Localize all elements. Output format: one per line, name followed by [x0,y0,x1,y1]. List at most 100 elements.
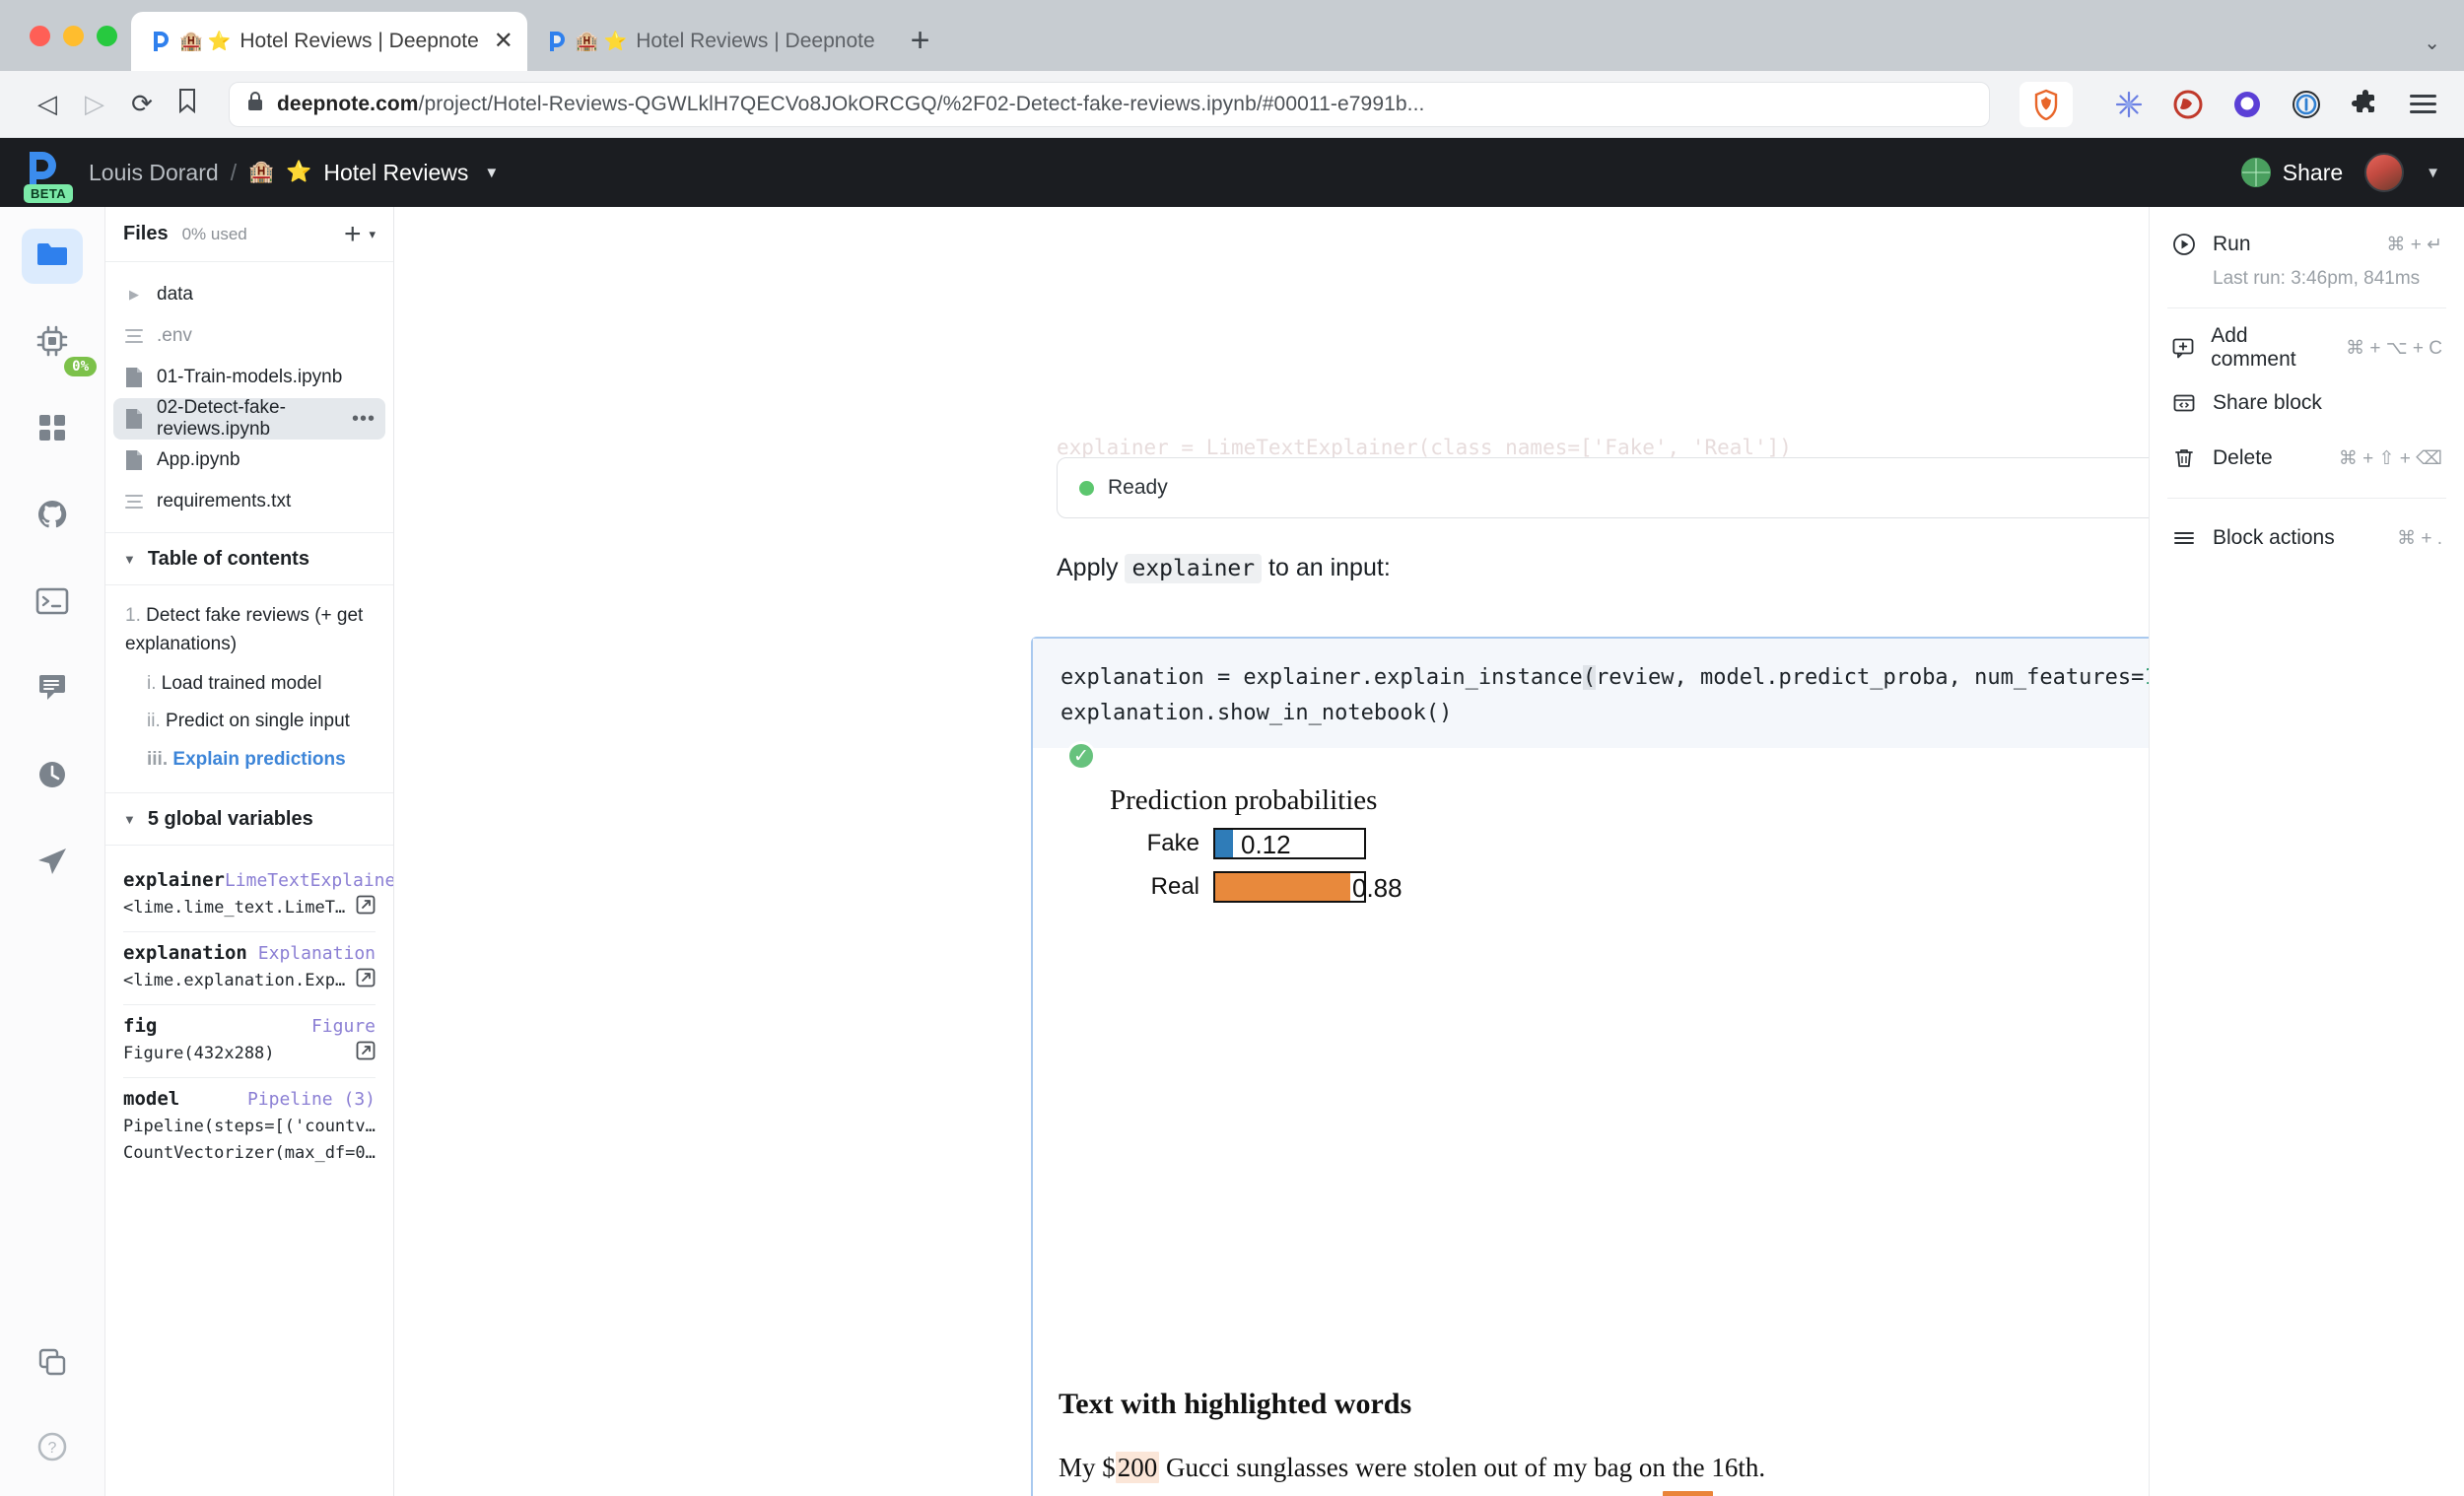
share-button[interactable]: Share [2240,158,2344,187]
tab-title: Hotel Reviews | Deepnote [240,30,479,52]
tab-favicon: 🏨 ⭐ [149,29,231,54]
code-text: review, model.predict_proba, num_feature… [1596,665,2145,690]
tab-list-chevron-icon[interactable]: ⌄ [2424,31,2464,71]
variable-header: explainer LimeTextExplainer [123,869,393,891]
variable-row-model[interactable]: model Pipeline (3) Pipeline(steps=[('cou… [123,1078,376,1178]
browser-tab-inactive[interactable]: 🏨 ⭐ Hotel Reviews | Deepnote [527,12,889,71]
add-file-button[interactable]: + ▾ [344,219,376,249]
sidebar-item-github[interactable] [22,489,83,544]
toc-item-ii[interactable]: ii. Predict on single input [125,707,374,735]
toc-item-i[interactable]: i. Load trained model [125,669,374,698]
puzzle-extension-icon[interactable] [2349,88,2382,121]
tab-close-button[interactable]: ✕ [494,30,513,53]
minimize-window-button[interactable] [63,25,84,46]
sidebar-item-history[interactable] [22,749,83,804]
toc-item-1[interactable]: 1. Detect fake reviews (+ get explanatio… [125,601,374,659]
sidebar-item-help[interactable]: ? [22,1421,83,1476]
variable-name: model [123,1088,180,1111]
action-block-actions[interactable]: Block actions ⌘ + . [2150,510,2464,566]
variables-list: explainer LimeTextExplainer <lime.lime_t… [105,846,393,1178]
files-header: Files 0% used + ▾ [105,207,393,262]
browser-tab-active[interactable]: 🏨 ⭐ Hotel Reviews | Deepnote ✕ [131,12,527,71]
variable-row-fig[interactable]: fig Figure Figure(432x288) [123,1005,376,1079]
variables-title: 5 global variables [147,807,313,830]
variable-name: fig [123,1015,158,1038]
star-emoji-icon: ⭐ [207,32,232,52]
address-bar[interactable]: deepnote.com/project/Hotel-Reviews-QGWLk… [229,81,1990,127]
file-row-requirements[interactable]: requirements.txt [113,481,385,522]
code-text: explanation = explainer.explain_instance [1061,665,1583,690]
snowflake-icon[interactable] [2112,88,2146,121]
brave-shields-button[interactable] [2019,81,2073,127]
chevron-down-icon: ▼ [123,551,136,567]
avatar[interactable] [2364,153,2405,192]
files-sidebar: Files 0% used + ▾ ▶ data .env 01-Train-m… [105,207,394,1496]
chevron-down-icon[interactable]: ▼ [484,165,499,181]
maximize-window-button[interactable] [97,25,117,46]
action-run[interactable]: Run ⌘ + ↵ [2150,217,2464,272]
variable-row-explainer[interactable]: explainer LimeTextExplainer <lime.lime_t… [123,859,393,933]
url-path: /project/Hotel-Reviews-QGWLklH7QECVo8JOk… [418,92,1425,115]
browser-menu-icon[interactable] [2410,95,2436,113]
action-shortcut: ⌘ + ↵ [2386,234,2442,255]
chevron-right-icon[interactable]: ▶ [123,287,145,303]
action-add-comment[interactable]: Add comment ⌘ + ⌥ + C [2150,320,2464,375]
breadcrumb-user[interactable]: Louis Dorard [89,160,219,186]
variable-type: LimeTextExplainer [224,870,393,892]
sidebar-item-integrations[interactable] [22,402,83,457]
toc-label: Explain predictions [172,748,346,770]
close-window-button[interactable] [30,25,50,46]
probability-bar-fill [1215,873,1350,901]
sidebar-item-duplicate[interactable] [22,1336,83,1392]
breadcrumb-project[interactable]: Hotel Reviews [323,160,468,186]
sidebar-item-files[interactable] [22,229,83,284]
file-row-02-detect-fake-reviews[interactable]: 02-Detect-fake-reviews.ipynb ••• [113,397,385,440]
toc-label: Load trained model [161,672,322,694]
brave-rewards-icon[interactable] [2171,88,2205,121]
reload-button[interactable]: ⟳ [118,81,166,128]
file-label: App.ipynb [157,449,240,470]
sidebar-item-machine[interactable]: 0% [22,315,97,376]
new-tab-button[interactable]: + [889,24,952,71]
action-delete[interactable]: Delete ⌘ + ⇧ + ⌫ [2150,431,2464,486]
chevron-down-icon[interactable]: ▼ [2426,165,2440,181]
back-button[interactable]: ◁ [24,81,71,128]
file-row-01-train-models[interactable]: 01-Train-models.ipynb [113,357,385,398]
privacy-badger-icon[interactable] [2230,88,2264,121]
browser-toolbar: ◁ ▷ ⟳ deepnote.com/project/Hotel-Reviews… [0,71,2464,138]
variable-row-explanation[interactable]: explanation Explanation <lime.explanatio… [123,932,376,1006]
code-open-paren: ( [1582,665,1597,690]
open-external-icon[interactable] [348,968,376,992]
sidebar-item-comments[interactable] [22,662,83,717]
file-row-data[interactable]: ▶ data [113,274,385,315]
lock-icon [247,91,263,117]
file-more-options-icon[interactable]: ••• [352,408,376,431]
open-external-icon[interactable] [348,1041,376,1065]
code-cell[interactable]: [12] explanation = explainer.explain_ins… [1031,637,2149,1496]
onepassword-icon[interactable] [2290,88,2323,121]
folder-icon [35,240,69,273]
deepnote-mark-icon[interactable]: BETA [18,146,74,203]
left-rail: 0% ? [0,207,105,1496]
action-share-block[interactable]: Share block [2150,375,2464,431]
open-external-icon[interactable] [348,895,376,919]
variable-value-row: <lime.explanation.Explanation obj… [123,968,376,992]
bookmark-icon[interactable] [166,88,209,120]
code-editor[interactable]: [12] explanation = explainer.explain_ins… [1033,639,2149,749]
file-row-env[interactable]: .env [113,315,385,357]
file-row-app[interactable]: App.ipynb [113,440,385,481]
file-label: .env [157,325,192,346]
toc-section-header[interactable]: ▼ Table of contents [105,532,393,585]
share-label: Share [2282,159,2344,185]
probability-label: Fake [1146,830,1199,856]
variables-section-header[interactable]: ▼ 5 global variables [105,792,393,847]
review-line-1: My $200 Gucci sunglasses were stolen out… [1059,1449,2149,1488]
sidebar-item-publish[interactable] [22,836,83,891]
toc-item-iii[interactable]: iii. Explain predictions [125,745,374,774]
forward-button[interactable]: ▷ [71,81,118,128]
kernel-status-bar[interactable]: Ready [1057,457,2149,518]
action-label: Block actions [2213,526,2335,549]
duplicate-icon [37,1347,67,1382]
highlight-200: 200 [1115,1452,1160,1483]
sidebar-item-terminal[interactable] [22,576,83,631]
